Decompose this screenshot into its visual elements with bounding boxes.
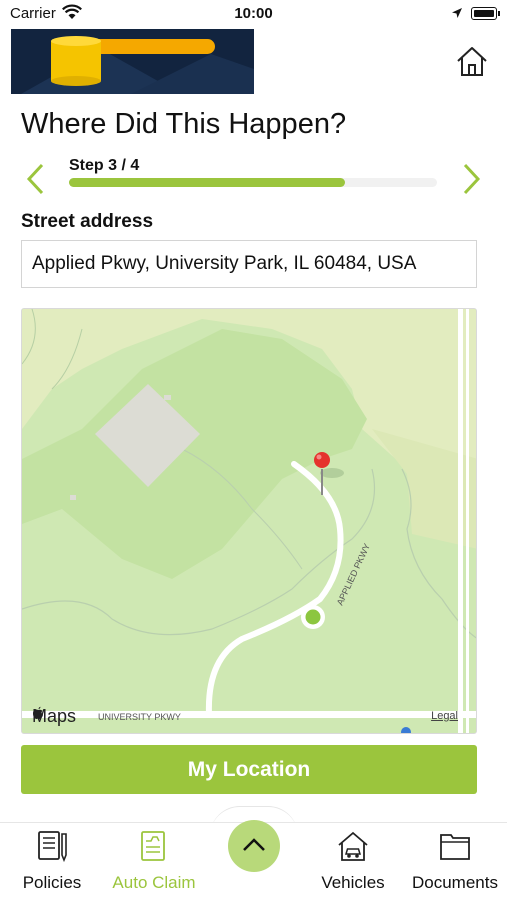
apple-icon: [33, 706, 43, 719]
road-label-university: UNIVERSITY PKWY: [98, 712, 181, 722]
previous-step-button[interactable]: [24, 162, 46, 196]
chevron-up-icon: [243, 838, 265, 851]
user-location-dot: [305, 609, 321, 625]
my-location-button[interactable]: My Location: [21, 745, 477, 794]
expand-menu-button[interactable]: [228, 820, 280, 872]
legal-link[interactable]: Legal: [431, 710, 458, 722]
progress-track: [69, 178, 437, 187]
tab-label-documents: Documents: [412, 873, 498, 892]
step-label: Step 3 / 4: [69, 157, 140, 174]
auto-claim-icon: [141, 831, 165, 861]
page-title: Where Did This Happen?: [21, 108, 347, 140]
tab-label-policies: Policies: [22, 873, 82, 892]
documents-icon: [440, 834, 470, 860]
location-arrow-icon: [451, 6, 463, 23]
tab-auto-claim[interactable]: Auto Claim: [104, 829, 204, 897]
policies-icon: [38, 831, 67, 863]
tab-documents[interactable]: Documents: [405, 829, 505, 897]
tab-vehicles[interactable]: Vehicles: [303, 829, 403, 897]
step-progress: Step 3 / 4: [0, 152, 507, 202]
tab-label-auto-claim: Auto Claim: [112, 873, 196, 892]
clock: 10:00: [234, 5, 273, 22]
status-bar: Carrier 10:00: [0, 0, 507, 28]
maps-brand-label: Maps: [32, 706, 76, 727]
tab-policies[interactable]: Policies: [2, 829, 102, 897]
map-view[interactable]: APPLIED PKWY UNIVERSITY PKWY Maps Legal: [21, 308, 477, 734]
street-address-label: Street address: [21, 211, 154, 232]
street-address-input[interactable]: [21, 240, 477, 288]
map-canvas: APPLIED PKWY UNIVERSITY PKWY: [22, 309, 476, 733]
vehicles-icon: [338, 831, 368, 861]
progress-fill: [69, 178, 345, 187]
chevron-left-icon: [26, 163, 44, 195]
brand-logo: [11, 29, 254, 94]
chevron-right-icon: [463, 163, 481, 195]
battery-icon: [471, 7, 497, 20]
home-button[interactable]: [455, 44, 489, 78]
home-icon: [457, 47, 487, 76]
next-step-button[interactable]: [461, 162, 483, 196]
location-pin-icon[interactable]: [314, 452, 330, 468]
tab-label-vehicles: Vehicles: [321, 873, 385, 892]
